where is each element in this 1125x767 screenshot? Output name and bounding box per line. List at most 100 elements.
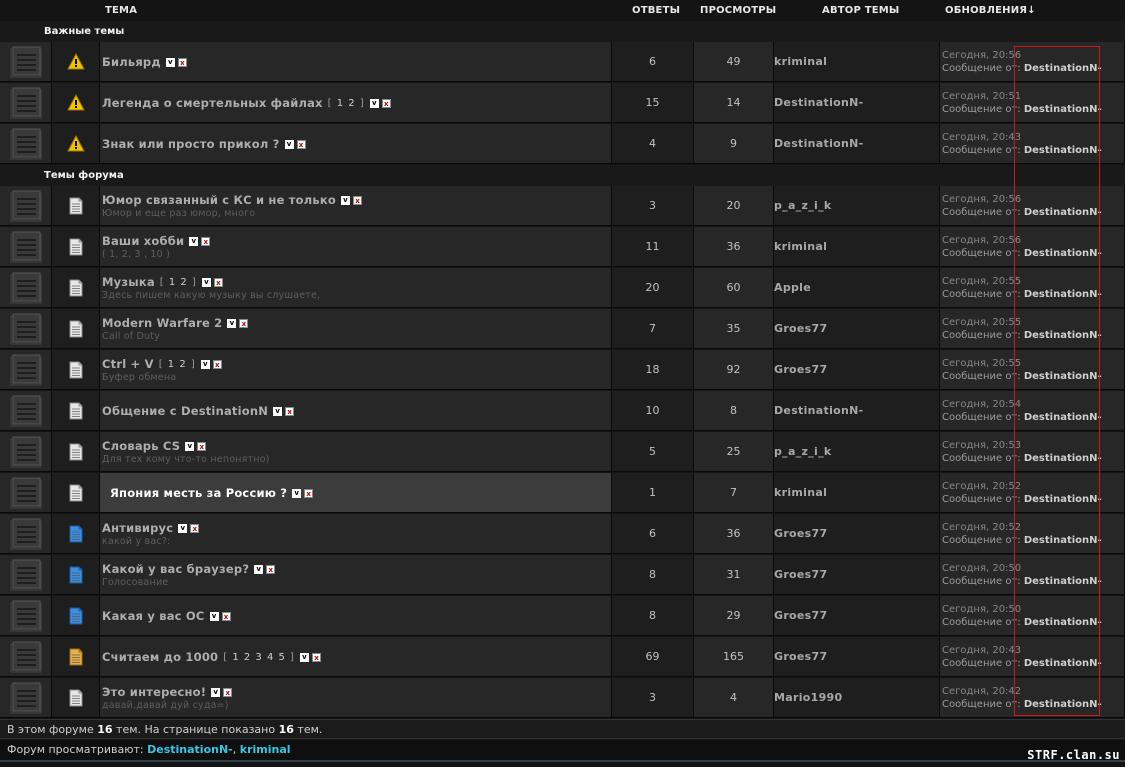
delete-icon[interactable]: x bbox=[285, 406, 295, 416]
last-update-date[interactable]: Сегодня, 20:52 bbox=[942, 521, 1102, 534]
last-poster-link[interactable]: DestinationN- bbox=[1024, 412, 1102, 423]
last-update-date[interactable]: Сегодня, 20:50 bbox=[942, 603, 1102, 616]
delete-icon[interactable]: x bbox=[190, 523, 200, 533]
topic-title-link[interactable]: Ctrl + V bbox=[102, 357, 154, 371]
vote-icon[interactable]: v bbox=[292, 488, 302, 498]
topic-author-link[interactable]: Apple bbox=[774, 281, 811, 294]
column-replies[interactable]: ОТВЕТЫ bbox=[632, 0, 680, 21]
last-poster-link[interactable]: DestinationN- bbox=[1024, 104, 1102, 115]
topic-author-link[interactable]: DestinationN- bbox=[774, 404, 864, 417]
topic-author-link[interactable]: Groes77 bbox=[774, 609, 827, 622]
last-poster-link[interactable]: DestinationN- bbox=[1024, 576, 1102, 587]
last-update-date[interactable]: Сегодня, 20:56 bbox=[942, 193, 1102, 206]
topic-author-link[interactable]: Groes77 bbox=[774, 363, 827, 376]
topic-title-link[interactable]: Какой у вас браузер? bbox=[102, 562, 249, 576]
last-update-date[interactable]: Сегодня, 20:50 bbox=[942, 562, 1102, 575]
topic-author-link[interactable]: p_a_z_i_k bbox=[774, 445, 832, 458]
topic-author-link[interactable]: kriminal bbox=[774, 240, 827, 253]
vote-icon[interactable]: v bbox=[273, 406, 283, 416]
delete-icon[interactable]: x bbox=[381, 98, 391, 108]
last-poster-link[interactable]: DestinationN- bbox=[1024, 494, 1102, 505]
viewer-link[interactable]: kriminal bbox=[240, 743, 291, 756]
delete-icon[interactable]: x bbox=[266, 564, 276, 574]
last-update-date[interactable]: Сегодня, 20:43 bbox=[942, 644, 1102, 657]
topic-page-links[interactable]: 1 2 3 4 5 bbox=[232, 652, 286, 663]
delete-icon[interactable]: x bbox=[304, 488, 314, 498]
topic-title-link[interactable]: Бильярд bbox=[102, 55, 161, 69]
topic-title-link[interactable]: Modern Warfare 2 bbox=[102, 316, 222, 330]
vote-icon[interactable]: v bbox=[200, 359, 210, 369]
delete-icon[interactable]: x bbox=[239, 318, 249, 328]
topic-title-link[interactable]: Считаем до 1000 bbox=[102, 650, 218, 664]
topic-title-link[interactable]: Знак или просто прикол ? bbox=[102, 137, 280, 151]
vote-icon[interactable]: v bbox=[284, 139, 294, 149]
delete-icon[interactable]: x bbox=[201, 236, 211, 246]
last-update-date[interactable]: Сегодня, 20:56 bbox=[942, 234, 1102, 247]
topic-author-link[interactable]: kriminal bbox=[774, 55, 827, 68]
topic-title-link[interactable]: Какая у вас ОС bbox=[102, 609, 205, 623]
column-updates[interactable]: ОБНОВЛЕНИЯ↓ bbox=[945, 0, 1036, 21]
last-update-date[interactable]: Сегодня, 20:43 bbox=[942, 131, 1102, 144]
viewer-link[interactable]: DestinationN- bbox=[147, 743, 233, 756]
topic-author-link[interactable]: p_a_z_i_k bbox=[774, 199, 832, 212]
delete-icon[interactable]: x bbox=[223, 687, 233, 697]
column-views[interactable]: ПРОСМОТРЫ bbox=[700, 0, 776, 21]
last-update-date[interactable]: Сегодня, 20:52 bbox=[942, 480, 1102, 493]
topic-title-link[interactable]: Это интересно! bbox=[102, 685, 206, 699]
topic-author-link[interactable]: Groes77 bbox=[774, 322, 827, 335]
last-poster-link[interactable]: DestinationN- bbox=[1024, 289, 1102, 300]
last-poster-link[interactable]: DestinationN- bbox=[1024, 330, 1102, 341]
vote-icon[interactable]: v bbox=[254, 564, 264, 574]
topic-author-link[interactable]: Groes77 bbox=[774, 650, 827, 663]
vote-icon[interactable]: v bbox=[209, 611, 219, 621]
last-poster-link[interactable]: DestinationN- bbox=[1024, 207, 1102, 218]
vote-icon[interactable]: v bbox=[299, 652, 309, 662]
delete-icon[interactable]: x bbox=[213, 277, 223, 287]
topic-title-link[interactable]: Легенда о смертельных файлах bbox=[102, 96, 323, 110]
column-author[interactable]: АВТОР ТЕМЫ bbox=[822, 0, 899, 21]
delete-icon[interactable]: x bbox=[197, 441, 207, 451]
vote-icon[interactable]: v bbox=[201, 277, 211, 287]
last-poster-link[interactable]: DestinationN- bbox=[1024, 145, 1102, 156]
topic-title-link[interactable]: Ваши хобби bbox=[102, 234, 184, 248]
last-update-date[interactable]: Сегодня, 20:53 bbox=[942, 439, 1102, 452]
vote-icon[interactable]: v bbox=[185, 441, 195, 451]
delete-icon[interactable]: x bbox=[177, 57, 187, 67]
last-update-date[interactable]: Сегодня, 20:56 bbox=[942, 49, 1102, 62]
topic-title-link[interactable]: Юмор связанный с КС и не только bbox=[102, 193, 336, 207]
last-update-date[interactable]: Сегодня, 20:51 bbox=[942, 90, 1102, 103]
delete-icon[interactable]: x bbox=[296, 139, 306, 149]
last-update-date[interactable]: Сегодня, 20:55 bbox=[942, 316, 1102, 329]
topic-author-link[interactable]: kriminal bbox=[774, 486, 827, 499]
topic-title-link[interactable]: Общение с DestinationN bbox=[102, 404, 268, 418]
vote-icon[interactable]: v bbox=[227, 318, 237, 328]
last-poster-link[interactable]: DestinationN- bbox=[1024, 535, 1102, 546]
topic-author-link[interactable]: DestinationN- bbox=[774, 96, 864, 109]
last-poster-link[interactable]: DestinationN- bbox=[1024, 248, 1102, 259]
delete-icon[interactable]: x bbox=[352, 195, 362, 205]
topic-page-links[interactable]: 1 2 bbox=[169, 277, 188, 288]
last-update-date[interactable]: Сегодня, 20:54 bbox=[942, 398, 1102, 411]
topic-title-link[interactable]: Музыка bbox=[102, 275, 155, 289]
column-topic[interactable]: ТЕМА bbox=[105, 0, 137, 21]
topic-author-link[interactable]: Groes77 bbox=[774, 568, 827, 581]
delete-icon[interactable]: x bbox=[221, 611, 231, 621]
topic-page-links[interactable]: 1 2 bbox=[337, 98, 356, 109]
topic-title-link[interactable]: Япония месть за Россию ? bbox=[110, 486, 287, 500]
last-poster-link[interactable]: DestinationN- bbox=[1024, 658, 1102, 669]
last-poster-link[interactable]: DestinationN- bbox=[1024, 699, 1102, 710]
vote-icon[interactable]: v bbox=[369, 98, 379, 108]
topic-author-link[interactable]: DestinationN- bbox=[774, 137, 864, 150]
topic-title-link[interactable]: Словарь CS bbox=[102, 439, 180, 453]
last-update-date[interactable]: Сегодня, 20:42 bbox=[942, 685, 1102, 698]
topic-page-links[interactable]: 1 2 bbox=[168, 359, 187, 370]
vote-icon[interactable]: v bbox=[165, 57, 175, 67]
last-update-date[interactable]: Сегодня, 20:55 bbox=[942, 275, 1102, 288]
delete-icon[interactable]: x bbox=[212, 359, 222, 369]
vote-icon[interactable]: v bbox=[340, 195, 350, 205]
vote-icon[interactable]: v bbox=[178, 523, 188, 533]
last-update-date[interactable]: Сегодня, 20:55 bbox=[942, 357, 1102, 370]
vote-icon[interactable]: v bbox=[211, 687, 221, 697]
last-poster-link[interactable]: DestinationN- bbox=[1024, 453, 1102, 464]
last-poster-link[interactable]: DestinationN- bbox=[1024, 371, 1102, 382]
